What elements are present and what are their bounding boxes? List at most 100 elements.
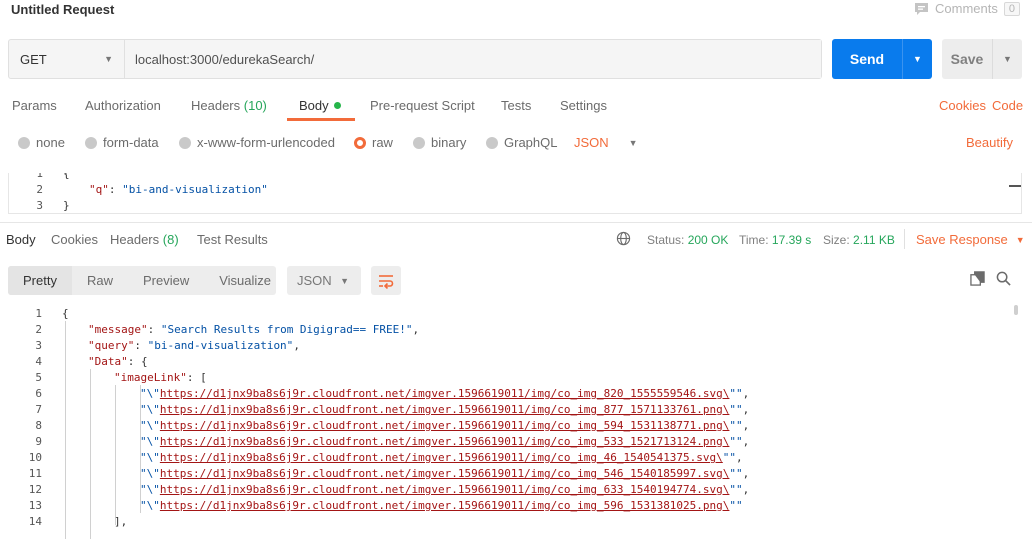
- url-input[interactable]: [125, 40, 821, 78]
- chevron-down-icon: ▼: [1015, 234, 1025, 245]
- image-link-url[interactable]: https://d1jnx9ba8s6j9r.cloudfront.net/im…: [160, 467, 730, 480]
- image-link-url[interactable]: https://d1jnx9ba8s6j9r.cloudfront.net/im…: [160, 403, 730, 416]
- response-scrollbar[interactable]: [1014, 305, 1018, 315]
- tab-headers-count: (10): [243, 98, 267, 113]
- image-link-url[interactable]: https://d1jnx9ba8s6j9r.cloudfront.net/im…: [160, 499, 730, 512]
- active-tab-underline: [287, 118, 355, 121]
- wrap-lines-icon: [379, 274, 394, 289]
- view-preview[interactable]: Preview: [128, 266, 204, 295]
- radio-form-data[interactable]: form-data: [85, 135, 159, 150]
- line-number: 4: [35, 355, 42, 368]
- tab-tests-label: Tests: [501, 98, 532, 113]
- code-line-image-link: "\"https://d1jnx9ba8s6j9r.cloudfront.net…: [140, 451, 743, 464]
- radio-icon: [179, 136, 191, 149]
- json-key: "q": [89, 183, 109, 196]
- code-line-message: "message": "Search Results from Digigrad…: [88, 323, 420, 336]
- response-tab-body[interactable]: Body: [6, 232, 36, 247]
- line-number: 11: [28, 467, 42, 480]
- save-response-button[interactable]: Save Response ▼: [916, 232, 1025, 247]
- tab-tests[interactable]: Tests: [501, 98, 531, 113]
- size-label: Size:: [823, 233, 850, 247]
- status-value: 200 OK: [687, 233, 729, 247]
- body-format-select[interactable]: JSON ▼: [574, 135, 638, 150]
- json-value: "bi-and-visualization": [122, 183, 268, 196]
- json-value: "Search Results from Digigrad== FREE!": [160, 323, 413, 336]
- radio-form-data-label: form-data: [103, 135, 159, 150]
- search-icon[interactable]: [996, 271, 1011, 286]
- comments-label: Comments: [935, 1, 998, 16]
- image-link-url[interactable]: https://d1jnx9ba8s6j9r.cloudfront.net/im…: [160, 435, 730, 448]
- line-number: 5: [35, 371, 42, 384]
- response-format-label: JSON: [297, 273, 332, 288]
- body-indicator-dot: [333, 102, 341, 109]
- tab-pre-request-script[interactable]: Pre-request Script: [370, 98, 475, 113]
- cookies-link[interactable]: Cookies: [939, 98, 986, 113]
- tab-params-label: Params: [12, 98, 57, 113]
- comments-button[interactable]: Comments 0: [914, 1, 1020, 16]
- time-value: 17.39 s: [771, 233, 812, 247]
- view-raw[interactable]: Raw: [72, 266, 128, 295]
- response-tab-test-results[interactable]: Test Results: [197, 232, 268, 247]
- view-visualize[interactable]: Visualize: [204, 266, 286, 295]
- json-key: "query": [88, 339, 135, 352]
- tab-params[interactable]: Params: [12, 98, 57, 113]
- copy-icon[interactable]: [970, 271, 985, 286]
- radio-graphql-label: GraphQL: [504, 135, 558, 150]
- response-headers-label: Headers: [110, 232, 160, 247]
- code-line-image-link: "\"https://d1jnx9ba8s6j9r.cloudfront.net…: [140, 419, 750, 432]
- send-button[interactable]: Send ▼: [832, 39, 932, 79]
- meta-divider: [904, 229, 905, 249]
- response-body-viewer[interactable]: 1 2 3 4 5 6 7 8 9 10 11 12 13 14 { "mess…: [8, 305, 1024, 539]
- code-line-q: "q": "bi-and-visualization": [89, 183, 268, 196]
- view-pretty[interactable]: Pretty: [8, 266, 72, 295]
- image-link-url[interactable]: https://d1jnx9ba8s6j9r.cloudfront.net/im…: [160, 419, 730, 432]
- tab-settings[interactable]: Settings: [560, 98, 607, 113]
- radio-x-www-form-urlencoded[interactable]: x-www-form-urlencoded: [179, 135, 335, 150]
- radio-none[interactable]: none: [18, 135, 65, 150]
- response-tab-headers[interactable]: Headers (8): [110, 232, 179, 247]
- radio-graphql[interactable]: GraphQL: [486, 135, 557, 150]
- image-link-url[interactable]: https://d1jnx9ba8s6j9r.cloudfront.net/im…: [160, 451, 723, 464]
- tab-headers[interactable]: Headers (10): [191, 98, 267, 113]
- send-options-chevron-icon[interactable]: ▼: [902, 39, 932, 79]
- code-link[interactable]: Code: [992, 98, 1023, 113]
- globe-icon[interactable]: [616, 231, 631, 246]
- chevron-down-icon: ▼: [104, 54, 113, 64]
- radio-none-label: none: [36, 135, 65, 150]
- save-button[interactable]: Save ▼: [942, 39, 1022, 79]
- size-meta[interactable]: Size: 2.11 KB: [823, 233, 895, 247]
- code-line-image-link: "\"https://d1jnx9ba8s6j9r.cloudfront.net…: [140, 387, 750, 400]
- code-line-image-link: "\"https://d1jnx9ba8s6j9r.cloudfront.net…: [140, 435, 750, 448]
- time-meta[interactable]: Time: 17.39 s: [739, 233, 811, 247]
- radio-icon: [18, 136, 30, 149]
- request-body-editor[interactable]: 1 2 3 { "q": "bi-and-visualization" }: [8, 173, 1022, 214]
- code-brace-open: {: [62, 307, 69, 320]
- status-meta: Status: 200 OK: [647, 233, 728, 247]
- save-options-chevron-icon[interactable]: ▼: [992, 39, 1022, 79]
- comments-count-badge: 0: [1003, 1, 1020, 16]
- tab-authorization[interactable]: Authorization: [85, 98, 161, 113]
- response-format-select[interactable]: JSON ▼: [287, 266, 361, 295]
- radio-binary[interactable]: binary: [413, 135, 466, 150]
- radio-icon: [413, 136, 425, 149]
- code-array-close: ],: [114, 515, 128, 528]
- line-number: 10: [28, 451, 42, 464]
- radio-raw[interactable]: raw: [354, 135, 393, 150]
- image-link-url[interactable]: https://d1jnx9ba8s6j9r.cloudfront.net/im…: [160, 387, 730, 400]
- save-label: Save: [950, 51, 984, 67]
- size-value: 2.11 KB: [853, 233, 895, 247]
- response-tab-cookies[interactable]: Cookies: [51, 232, 98, 247]
- image-link-url[interactable]: https://d1jnx9ba8s6j9r.cloudfront.net/im…: [160, 483, 730, 496]
- editor-scrollbar-icon[interactable]: [1009, 185, 1021, 187]
- code-line-image-link: "\"https://d1jnx9ba8s6j9r.cloudfront.net…: [140, 467, 750, 480]
- beautify-link[interactable]: Beautify: [966, 135, 1013, 150]
- tab-body[interactable]: Body: [299, 98, 341, 113]
- json-value: "bi-and-visualization": [147, 339, 294, 352]
- method-select[interactable]: GET ▼: [9, 40, 125, 78]
- line-number: 3: [36, 199, 43, 212]
- code-line-image-link: "\"https://d1jnx9ba8s6j9r.cloudfront.net…: [140, 499, 743, 512]
- line-number: 7: [35, 403, 42, 416]
- json-key: "Data": [88, 355, 128, 368]
- wrap-lines-button[interactable]: [371, 266, 401, 295]
- json-key: "message": [88, 323, 148, 336]
